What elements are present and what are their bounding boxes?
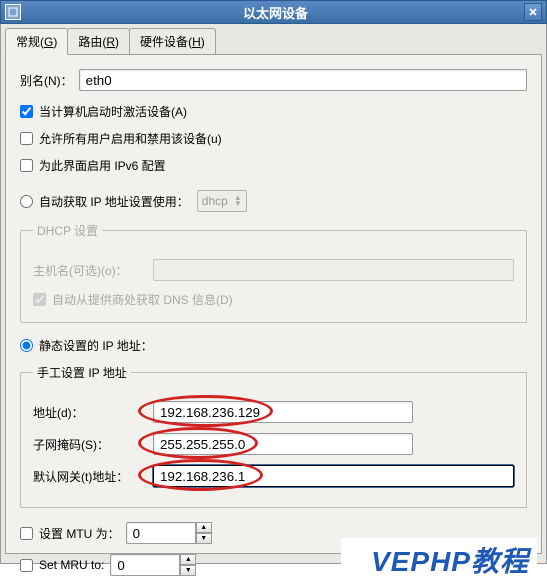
mru-spinner[interactable]: ▲ ▼ <box>110 554 196 576</box>
dhcp-combo: dhcp ▲▼ <box>197 190 247 212</box>
checkbox-mru-label: Set MRU to: <box>39 558 104 572</box>
mru-up-button[interactable]: ▲ <box>180 554 196 565</box>
window-body: 常规(G) 路由(R) 硬件设备(H) 别名(N)： 当计算机启动时激活设备(A… <box>0 24 547 564</box>
radio-auto-ip-label: 自动获取 IP 地址设置使用： <box>39 193 189 210</box>
tab-general[interactable]: 常规(G) <box>5 28 68 55</box>
checkbox-ipv6[interactable] <box>20 159 33 172</box>
netmask-label: 子网掩码(S)： <box>33 436 153 453</box>
tab-route-label: 路由 <box>78 35 102 49</box>
mru-input[interactable] <box>110 554 180 576</box>
checkbox-mru[interactable] <box>20 559 33 572</box>
checkbox-allow-all-users[interactable] <box>20 132 33 145</box>
hostname-label: 主机名(可选)(o)： <box>33 262 153 279</box>
dhcp-combo-value: dhcp <box>202 194 228 208</box>
checkbox-auto-dns <box>33 293 46 306</box>
mtu-down-button[interactable]: ▼ <box>196 533 212 544</box>
address-label: 地址(d)： <box>33 404 153 421</box>
mru-down-button[interactable]: ▼ <box>180 565 196 576</box>
address-input[interactable] <box>153 401 413 423</box>
mtu-spinner[interactable]: ▲ ▼ <box>126 522 212 544</box>
fieldset-dhcp-legend: DHCP 设置 <box>33 222 102 239</box>
checkbox-allow-all-users-label: 允许所有用户启用和禁用该设备(u) <box>39 130 222 147</box>
fieldset-dhcp: DHCP 设置 主机名(可选)(o)： 自动从提供商处获取 DNS 信息(D) <box>20 222 527 323</box>
alias-label: 别名(N)： <box>20 72 73 89</box>
checkbox-ipv6-label: 为此界面启用 IPv6 配置 <box>39 157 166 174</box>
chevron-updown-icon: ▲▼ <box>234 195 242 207</box>
titlebar: 以太网设备 <box>0 0 547 24</box>
radio-static-ip-label: 静态设置的 IP 地址： <box>39 337 153 354</box>
checkbox-mtu[interactable] <box>20 527 33 540</box>
hostname-input <box>153 259 514 281</box>
mtu-input[interactable] <box>126 522 196 544</box>
tab-route[interactable]: 路由(R) <box>67 28 130 54</box>
tab-hardware-label: 硬件设备 <box>140 35 188 49</box>
radio-static-ip[interactable] <box>20 339 33 352</box>
gateway-input[interactable] <box>153 465 514 487</box>
close-button[interactable] <box>524 3 542 21</box>
netmask-input[interactable] <box>153 433 413 455</box>
radio-auto-ip[interactable] <box>20 195 33 208</box>
tab-bar: 常规(G) 路由(R) 硬件设备(H) <box>5 28 542 54</box>
tab-hardware[interactable]: 硬件设备(H) <box>129 28 216 54</box>
alias-input[interactable] <box>79 69 527 91</box>
checkbox-auto-dns-label: 自动从提供商处获取 DNS 信息(D) <box>52 291 233 308</box>
checkbox-activate-on-boot-label: 当计算机启动时激活设备(A) <box>39 103 187 120</box>
gateway-label: 默认网关(t)地址： <box>33 468 153 485</box>
watermark: VEPHP教程 <box>341 538 537 582</box>
fieldset-manual-ip-legend: 手工设置 IP 地址 <box>33 364 131 381</box>
tab-general-label: 常规 <box>16 35 40 49</box>
tab-panel-general: 别名(N)： 当计算机启动时激活设备(A) 允许所有用户启用和禁用该设备(u) … <box>5 54 542 554</box>
mtu-up-button[interactable]: ▲ <box>196 522 212 533</box>
window-icon <box>5 4 21 20</box>
fieldset-manual-ip: 手工设置 IP 地址 地址(d)： 子网掩码(S)： 默认网关(t)地址： <box>20 364 527 508</box>
checkbox-activate-on-boot[interactable] <box>20 105 33 118</box>
checkbox-mtu-label: 设置 MTU 为： <box>39 525 120 542</box>
window-title: 以太网设备 <box>27 3 524 22</box>
